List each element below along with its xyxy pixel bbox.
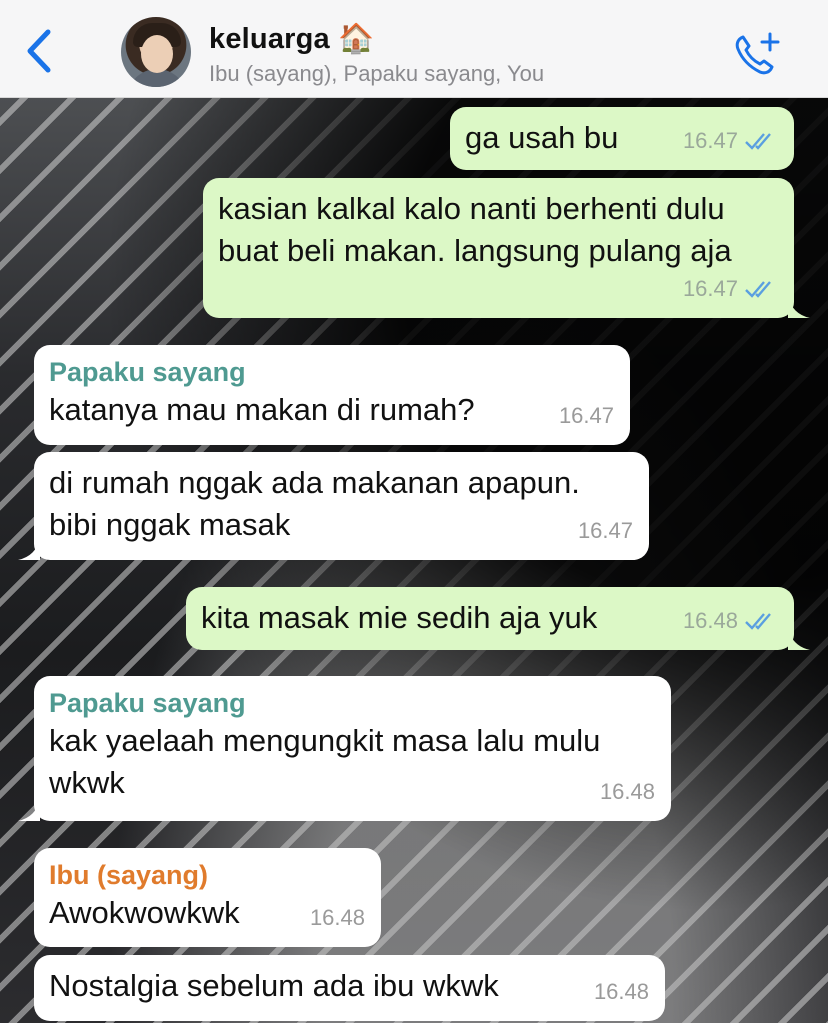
message-time: 16.48 xyxy=(593,979,649,1004)
group-avatar[interactable] xyxy=(121,17,191,87)
message-sender[interactable]: Papaku sayang xyxy=(49,355,614,389)
chat-area[interactable]: ga usah bu 16.47 kasian kalkal kalo nant… xyxy=(0,98,828,1023)
message-bubble[interactable]: Papaku sayang kak yaelaah mengungkit mas… xyxy=(18,676,671,821)
message-text: kasian kalkal kalo nanti berhenti dulu b… xyxy=(218,191,732,268)
message-time: 16.48 xyxy=(682,608,738,633)
message-text: Awokwowkwk xyxy=(49,895,240,930)
bubble-tail xyxy=(788,628,810,650)
message-time: 16.47 xyxy=(558,403,614,428)
message-bubble[interactable]: ga usah bu 16.47 xyxy=(450,107,794,170)
back-button[interactable] xyxy=(18,26,62,76)
message-bubble[interactable]: Papaku sayang katanya mau makan di rumah… xyxy=(34,345,630,445)
group-title[interactable]: keluarga 🏠 xyxy=(209,22,374,56)
message-time: 16.47 xyxy=(682,276,738,301)
message-bubble[interactable]: kasian kalkal kalo nanti berhenti dulu b… xyxy=(203,178,810,318)
message-time: 16.47 xyxy=(577,518,633,543)
message-sender[interactable]: Ibu (sayang) xyxy=(49,858,365,892)
message-time: 16.48 xyxy=(599,779,655,804)
read-check-icon xyxy=(745,133,771,150)
bubble-tail xyxy=(788,296,810,318)
message-bubble[interactable]: Nostalgia sebelum ada ibu wkwk 16.48 xyxy=(34,955,665,1021)
message-sender[interactable]: Papaku sayang xyxy=(49,686,631,720)
message-time: 16.48 xyxy=(309,905,365,930)
add-call-button[interactable] xyxy=(732,30,784,78)
bubble-tail xyxy=(18,799,40,821)
message-text: Nostalgia sebelum ada ibu wkwk xyxy=(49,968,499,1003)
group-members[interactable]: Ibu (sayang), Papaku sayang, You xyxy=(209,61,544,87)
message-bubble[interactable]: di rumah nggak ada makanan apapun. bibi … xyxy=(18,452,649,560)
message-text: di rumah nggak ada makanan apapun. bibi … xyxy=(49,465,580,542)
message-text: ga usah bu xyxy=(465,120,619,155)
message-text: kak yaelaah mengungkit masa lalu mulu wk… xyxy=(49,723,601,800)
message-text: kita masak mie sedih aja yuk xyxy=(201,600,598,635)
read-check-icon xyxy=(745,613,771,630)
message-text: katanya mau makan di rumah? xyxy=(49,392,475,427)
chat-header: keluarga 🏠 Ibu (sayang), Papaku sayang, … xyxy=(0,0,828,98)
bubble-tail xyxy=(18,538,40,560)
phone-plus-icon xyxy=(735,32,780,75)
read-check-icon xyxy=(745,281,771,298)
message-time: 16.47 xyxy=(682,128,738,153)
message-bubble[interactable]: kita masak mie sedih aja yuk 16.48 xyxy=(186,587,810,650)
message-bubble[interactable]: Ibu (sayang) Awokwowkwk 16.48 xyxy=(34,848,381,947)
chevron-left-icon xyxy=(27,29,51,73)
